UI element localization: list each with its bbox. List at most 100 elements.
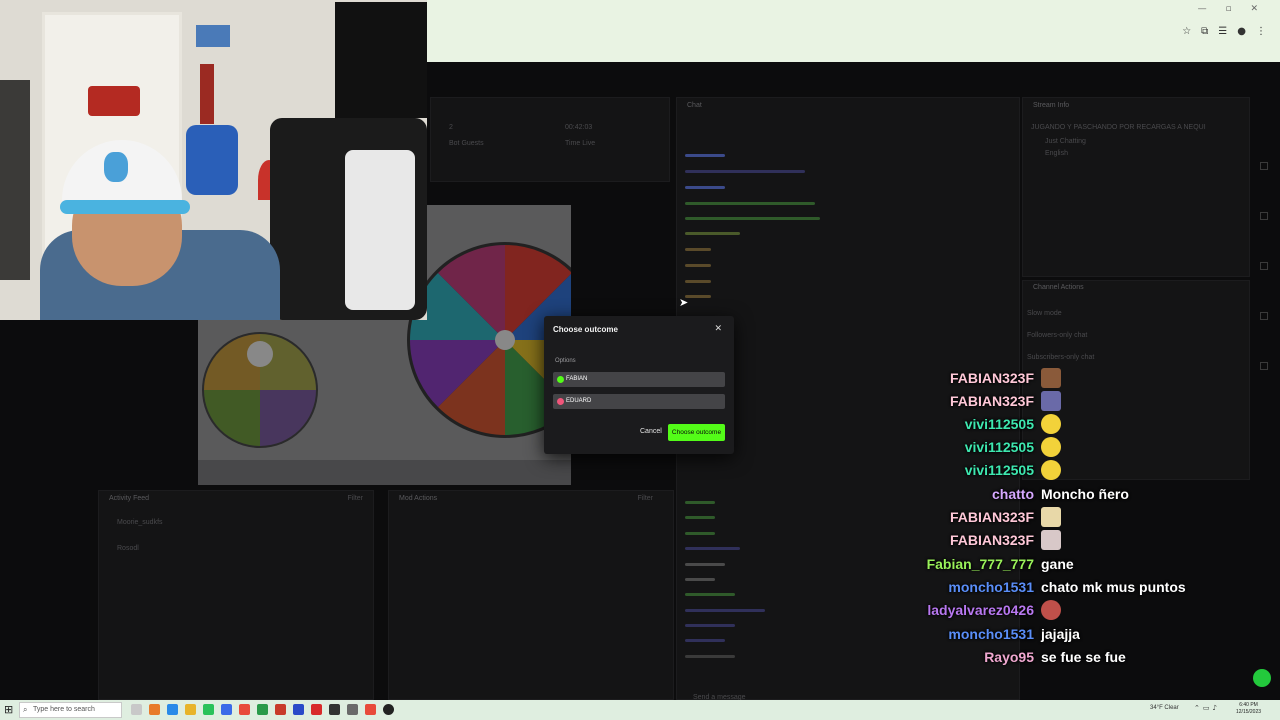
activity-filter-button[interactable]: Filter [347, 495, 363, 502]
action-followers-only[interactable]: Followers-only chat [1027, 332, 1087, 339]
outcome-option[interactable]: FABIAN [553, 372, 725, 387]
rail-icon[interactable] [1260, 162, 1268, 170]
action-subscribers-only[interactable]: Subscribers-only chat [1027, 354, 1094, 361]
option-color-dot [557, 398, 564, 405]
action-slow-mode[interactable]: Slow mode [1027, 310, 1062, 317]
user-emote [1041, 391, 1061, 411]
taskbar-clock[interactable]: 6:40 PM 12/15/2023 [1236, 702, 1261, 716]
user-emote [1041, 414, 1061, 434]
clock-time: 6:40 PM [1239, 702, 1258, 708]
chat-username: vivi112505 [964, 416, 1034, 432]
stream-category: Just Chatting [1045, 138, 1086, 145]
channel-actions-title: Channel Actions [1033, 284, 1084, 291]
activity-user: Rosodl [117, 545, 139, 552]
gaming-chair-white [345, 150, 415, 310]
windows-start-icon[interactable]: ⊞ [4, 703, 13, 716]
screen: — ▫ ✕ ☆ ⧉ ☰ ● ⋮ 2 Bot Guests 00:42:03 Ti… [0, 0, 1280, 720]
app-icon[interactable] [221, 704, 232, 715]
menu-icon[interactable]: ⋮ [1256, 26, 1266, 37]
chat-username: Fabian_777_777 [926, 556, 1034, 572]
app-icon[interactable] [329, 704, 340, 715]
rail-icon[interactable] [1260, 262, 1268, 270]
user-emote [1041, 437, 1061, 457]
bookmark-icon[interactable]: ☰ [1218, 26, 1227, 37]
mod-actions-panel: Mod Actions Filter [388, 490, 674, 700]
shelf [0, 80, 30, 280]
user-emote [1041, 368, 1061, 388]
cap-brim [60, 200, 190, 214]
overlay-chat-message: vivi112505 [880, 437, 1280, 459]
cancel-button[interactable]: Cancel [640, 428, 662, 435]
excel-icon[interactable] [257, 704, 268, 715]
overlay-chat-message: moncho1531 chato mk mus puntos [880, 577, 1280, 599]
search-placeholder: Type here to search [33, 706, 95, 713]
search-icon: ⌕ [23, 705, 28, 714]
chat-message-text: jajajja [1041, 626, 1080, 642]
overlay-chat-message: FABIAN323F [880, 368, 1280, 390]
chat-username: moncho1531 [948, 626, 1034, 642]
word-icon[interactable] [293, 704, 304, 715]
chat-message-text: chato mk mus puntos [1041, 579, 1186, 595]
chat-username: FABIAN323F [949, 393, 1034, 409]
webcam-feed [0, 0, 427, 320]
stat-label: Time Live [565, 140, 596, 147]
profile-icon[interactable]: ● [1237, 26, 1246, 37]
app-icon[interactable] [149, 704, 160, 715]
monitor [335, 2, 427, 118]
mod-actions-title: Mod Actions [399, 495, 438, 502]
user-emote [1041, 460, 1061, 480]
star-icon[interactable]: ☆ [1182, 26, 1191, 37]
powerpoint-icon[interactable] [275, 704, 286, 715]
edge-icon[interactable] [167, 704, 178, 715]
chrome-icon[interactable] [365, 704, 376, 715]
whatsapp-icon[interactable] [203, 704, 214, 715]
extensions-icon[interactable]: ⧉ [1201, 26, 1208, 37]
outcome-option[interactable]: EDUARD [553, 394, 725, 409]
youtube-icon[interactable] [311, 704, 322, 715]
user-emote [1041, 600, 1061, 620]
dialog-title: Choose outcome [553, 325, 618, 334]
backpack [186, 125, 238, 195]
chat-username: moncho1531 [948, 579, 1034, 595]
task-view-icon[interactable] [131, 704, 142, 715]
chat-username: Rayo95 [984, 649, 1034, 665]
activity-user: Moorie_sudkfs [117, 519, 163, 526]
stream-title: JUGANDO Y PASCHANDO POR RECARGAS A NEQUI [1031, 124, 1206, 131]
overlay-chat-message: Rayo95 se fue se fue [880, 647, 1280, 669]
mod-filter-button[interactable]: Filter [637, 495, 653, 502]
option-label: EDUARD [566, 398, 592, 404]
clock-date: 12/15/2023 [1236, 709, 1262, 715]
rail-icon[interactable] [1260, 212, 1268, 220]
stream-info-title: Stream Info [1033, 102, 1070, 109]
overlay-chat-message: FABIAN323F [880, 507, 1280, 529]
chat-username: chatto [992, 486, 1034, 502]
overlay-chat-message: FABIAN323F [880, 391, 1280, 413]
app-icon[interactable] [347, 704, 358, 715]
taskbar-search-input[interactable]: ⌕ Type here to search [19, 702, 122, 718]
floating-action-button[interactable] [1253, 669, 1271, 687]
choose-outcome-button[interactable]: Choose outcome [668, 424, 725, 441]
file-explorer-icon[interactable] [185, 704, 196, 715]
overlay-chat-message: vivi112505 [880, 414, 1280, 436]
weather-widget[interactable]: 34°F Clear [1150, 705, 1179, 711]
overlay-chat-message: Fabian_777_777 gane [880, 554, 1280, 576]
option-label: FABIAN [566, 376, 588, 382]
activity-feed-panel: Activity Feed Filter Moorie_sudkfs Rosod… [98, 490, 374, 700]
chrome-icon[interactable] [239, 704, 250, 715]
chat-message-text: se fue se fue [1041, 649, 1126, 665]
stream-info-panel: Stream Info JUGANDO Y PASCHANDO POR RECA… [1022, 97, 1250, 277]
option-color-dot [557, 376, 564, 383]
overlay-chat-message: chatto Moncho ñero [880, 484, 1280, 506]
rail-icon[interactable] [1260, 312, 1268, 320]
chat-username: vivi112505 [964, 462, 1034, 478]
close-icon[interactable]: ✕ [714, 324, 722, 334]
chat-username: FABIAN323F [949, 532, 1034, 548]
system-tray[interactable]: ⌃▭♪ [1194, 704, 1220, 712]
overlay-chat-message: FABIAN323F [880, 530, 1280, 552]
chat-message-text: gane [1041, 556, 1074, 572]
stat-value: 00:42:03 [565, 124, 593, 131]
activity-feed-title: Activity Feed [109, 495, 150, 502]
obs-icon[interactable] [383, 704, 394, 715]
window-controls[interactable]: — ▫ ✕ [1198, 4, 1266, 14]
stream-language: English [1045, 150, 1068, 157]
